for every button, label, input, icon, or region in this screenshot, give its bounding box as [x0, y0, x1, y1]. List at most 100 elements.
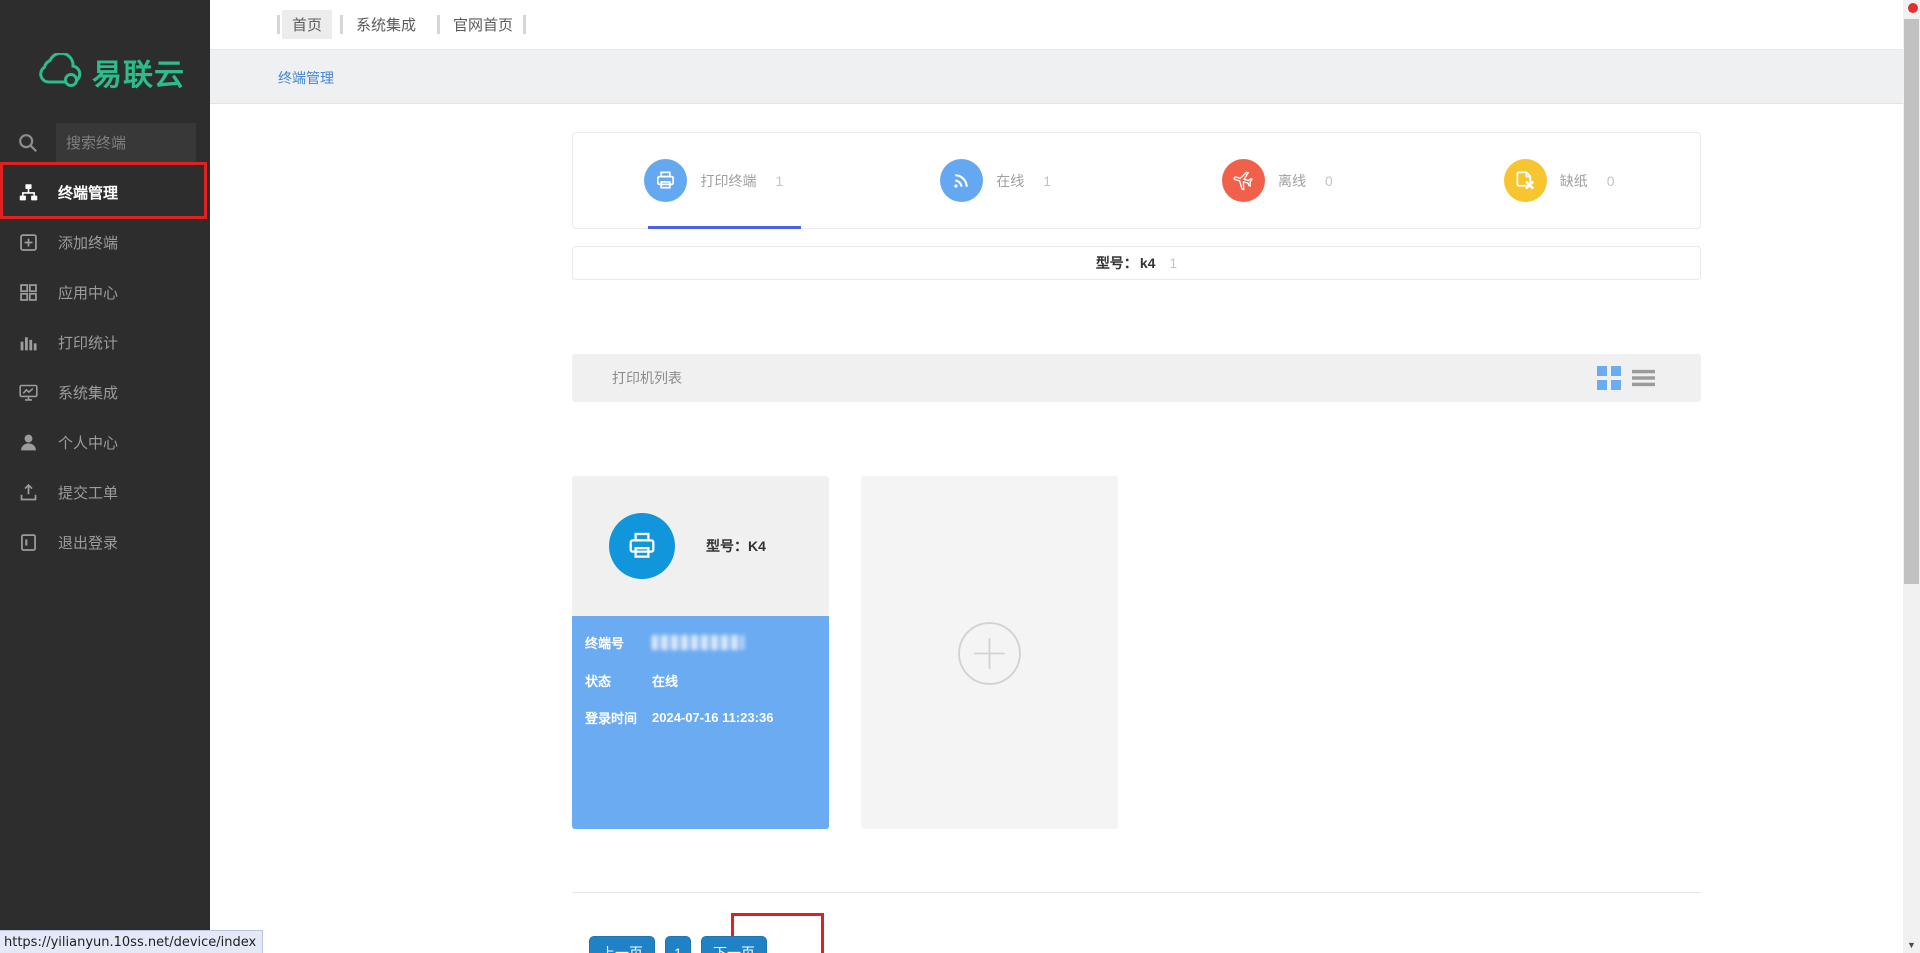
model-value: k4 — [1139, 255, 1156, 271]
prev-page-button[interactable]: 上一页 — [589, 936, 655, 953]
printer-card-header: 型号： K4 — [572, 476, 829, 616]
upload-icon — [20, 483, 37, 500]
sidebar-item-logout[interactable]: 退出登录 — [0, 517, 210, 567]
topnav-label: 官网首页 — [453, 17, 514, 34]
sidebar-item-label: 应用中心 — [58, 284, 119, 302]
sidebar-item-label: 终端管理 — [58, 184, 119, 202]
scrollbar-down-arrow[interactable]: ▼ — [1903, 936, 1920, 953]
card-model-label: 型号： — [706, 538, 748, 554]
scrollbar: ▲ ▼ — [1903, 0, 1920, 953]
printer-card-info: 终端号 状态 在线 登录时间 2024-07-16 11:23:36 删除 — [572, 616, 829, 953]
sidebar-item-add-terminal[interactable]: 添加终端 — [0, 217, 210, 267]
card-model: 型号： K4 — [706, 476, 766, 616]
stat-count: 0 — [1606, 172, 1615, 189]
stat-label: 缺纸 — [1559, 172, 1588, 189]
model-label: 型号： — [1095, 255, 1138, 271]
field-label: 状态 — [585, 673, 612, 689]
stat-out-of-paper[interactable]: 缺纸 0 — [1418, 133, 1700, 228]
plus-circle-icon — [958, 622, 1021, 685]
breadcrumb-bar: 终端管理 — [210, 49, 1903, 104]
nav-separator — [437, 15, 440, 34]
stat-label: 离线 — [1277, 172, 1306, 189]
sidebar-item-profile[interactable]: 个人中心 — [0, 417, 210, 467]
blurred-terminal-number — [652, 634, 744, 650]
stats-panel: 打印终端 1 在线 1 离线 0 缺纸 0 — [572, 132, 1701, 229]
stat-online[interactable]: 在线 1 — [855, 133, 1137, 228]
search-input[interactable] — [56, 123, 196, 163]
stat-count: 1 — [1043, 172, 1052, 189]
pagination: 上一页 1 下一页 — [589, 936, 767, 953]
sidebar-item-submit-ticket[interactable]: 提交工单 — [0, 467, 210, 517]
recording-dot — [1908, 3, 1918, 13]
sidebar-item-label: 添加终端 — [58, 234, 119, 252]
topnav-item-home[interactable]: 首页 — [282, 10, 333, 39]
model-filter-bar[interactable]: 型号： k4 1 — [572, 246, 1701, 280]
page-number-button[interactable]: 1 — [665, 936, 691, 953]
stat-label: 打印终端 — [700, 172, 757, 189]
field-label: 登录时间 — [585, 710, 638, 726]
printer-icon — [609, 513, 675, 579]
sidebar-nav: 终端管理 添加终端 应用中心 打印统计 系统集成 个人中心 提交工单 退出登录 — [0, 167, 210, 567]
sidebar-item-label: 个人中心 — [58, 434, 119, 452]
printer-list-header: 打印机列表 — [572, 354, 1701, 402]
nav-separator — [523, 15, 526, 34]
action-label: 控制台 — [768, 931, 808, 946]
sidebar-item-terminal-manage[interactable]: 终端管理 — [0, 167, 210, 217]
monitor-icon — [19, 384, 38, 401]
sidebar-item-app-center[interactable]: 应用中心 — [0, 267, 210, 317]
topnav-item-system-integration[interactable]: 系统集成 — [346, 0, 426, 49]
search-icon — [19, 134, 38, 153]
stat-print-terminals[interactable]: 打印终端 1 — [573, 133, 855, 229]
status-bar-url: https://yilianyun.10ss.net/device/index — [0, 930, 264, 953]
wifi-icon — [940, 159, 984, 202]
field-label: 终端号 — [585, 635, 625, 651]
nav-separator — [277, 15, 280, 34]
field-status: 状态 在线 — [585, 670, 678, 690]
breadcrumb[interactable]: 终端管理 — [278, 50, 334, 105]
stat-label: 在线 — [996, 172, 1025, 189]
brand-logo[interactable]: 易联云 — [34, 46, 194, 98]
field-terminal-number: 终端号 — [585, 632, 744, 652]
nav-separator — [340, 15, 343, 34]
stat-offline[interactable]: 离线 0 — [1137, 133, 1419, 228]
grid-view-icon[interactable] — [1596, 365, 1622, 391]
bar-chart-icon — [20, 336, 37, 350]
next-page-button[interactable]: 下一页 — [701, 936, 767, 953]
sidebar-item-label: 提交工单 — [58, 484, 119, 502]
cloud-logo-icon — [39, 53, 82, 87]
logout-icon — [21, 533, 36, 551]
sidebar-item-print-stats[interactable]: 打印统计 — [0, 317, 210, 367]
list-view-icon[interactable] — [1632, 369, 1655, 387]
printer-card: 型号： K4 终端号 状态 在线 登录时间 2024-07-16 11:23:3… — [572, 476, 829, 953]
divider — [572, 892, 1701, 893]
sitemap-icon — [19, 183, 38, 200]
sidebar-item-label: 系统集成 — [58, 384, 119, 402]
active-tab-underline — [648, 226, 801, 229]
sidebar-item-label: 退出登录 — [58, 534, 119, 552]
topnav-label: 首页 — [292, 17, 323, 34]
topnav-item-official-site[interactable]: 官网首页 — [443, 0, 523, 49]
list-title: 打印机列表 — [612, 370, 682, 386]
brand-name: 易联云 — [92, 59, 185, 92]
plane-icon — [1221, 159, 1265, 202]
scrollbar-thumb[interactable] — [1904, 19, 1919, 584]
grid-icon — [20, 283, 37, 301]
sidebar-item-system-integration[interactable]: 系统集成 — [0, 367, 210, 417]
paper-out-icon — [1503, 159, 1547, 202]
model-count: 1 — [1169, 255, 1178, 271]
printer-icon — [644, 159, 688, 202]
stat-count: 0 — [1324, 172, 1333, 189]
app-window: 易联云 终端管理 添加终端 — [0, 0, 1920, 953]
add-square-icon — [20, 233, 37, 251]
field-value: 2024-07-16 11:23:36 — [652, 709, 774, 725]
add-printer-card[interactable] — [861, 476, 1118, 829]
field-login-time: 登录时间 2024-07-16 11:23:36 — [585, 707, 773, 727]
terminal-search — [0, 122, 210, 164]
topnav-label: 系统集成 — [356, 17, 417, 34]
card-model-value: K4 — [748, 538, 766, 554]
top-nav: 首页 系统集成 官网首页 — [210, 0, 1903, 49]
stat-count: 1 — [775, 172, 784, 189]
sidebar: 易联云 终端管理 添加终端 — [0, 0, 210, 953]
field-value: 在线 — [652, 673, 679, 689]
user-icon — [21, 434, 36, 450]
